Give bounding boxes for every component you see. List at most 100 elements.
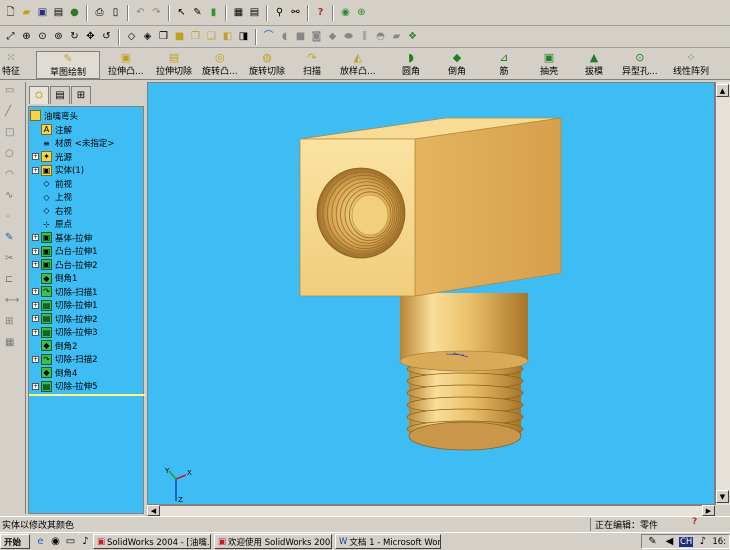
expand-plus-icon[interactable]: + (32, 382, 39, 390)
zoom-select-icon[interactable]: ⊚ (51, 29, 66, 44)
zoom-in-icon[interactable]: ⊙ (35, 29, 50, 44)
sketch-trim-icon[interactable]: ✂ (5, 254, 20, 269)
cube-top-icon[interactable]: ❏ (204, 29, 219, 44)
sketch-edit-icon[interactable]: ✎ (5, 233, 20, 248)
zoom-area-icon[interactable]: ⊕ (19, 29, 34, 44)
pan-icon[interactable]: ✥ (83, 29, 98, 44)
tray-tool-icon[interactable]: ✎ (645, 534, 660, 549)
zoom-fit-icon[interactable]: ⤢ (3, 29, 18, 44)
feature-tab[interactable]: ⁙ 特征 (2, 51, 20, 79)
hole-wizard-button[interactable]: ⊙ 异型孔... (622, 51, 658, 79)
target-icon[interactable]: ⊕ (354, 5, 369, 20)
tree-item[interactable]: + ↷ 切除-扫描2 (32, 353, 97, 366)
globe-icon[interactable]: ● (67, 5, 82, 20)
graphics-viewport[interactable]: Y X Z (147, 82, 715, 505)
roll-icon[interactable]: ↺ (99, 29, 114, 44)
tree-item[interactable]: + ▤ 切除-拉伸3 (32, 326, 97, 339)
expand-plus-icon[interactable]: + (32, 166, 39, 174)
horizontal-scrollbar[interactable]: ◀ ▶ (147, 505, 715, 516)
tray-speaker-icon[interactable]: ♪ (695, 534, 710, 549)
status-help-icon[interactable]: ? (692, 517, 697, 527)
sketch-draw-button[interactable]: ✎ 草图绘制 (36, 51, 100, 79)
revolve-boss-button[interactable]: ◎ 旋转凸... (202, 51, 238, 79)
config-tab[interactable]: ⊞ (71, 86, 91, 104)
expand-plus-icon[interactable]: + (32, 288, 39, 295)
print-icon[interactable]: ⎙ (92, 5, 107, 20)
tree-item[interactable]: ◇ 前视 (41, 177, 72, 190)
scroll-left-icon[interactable]: ◀ (147, 505, 160, 516)
sketch-line-icon[interactable]: ╱ (5, 107, 20, 122)
cube-front-icon[interactable]: ❐ (188, 29, 203, 44)
vertical-scrollbar[interactable]: ▲ ▼ (715, 82, 730, 505)
sweep-button[interactable]: ↷ 扫描 (303, 51, 321, 79)
sketch-offset-icon[interactable]: ⊏ (5, 275, 20, 290)
expand-plus-icon[interactable]: + (32, 234, 39, 241)
rebuild-icon[interactable]: ▮ (206, 5, 221, 20)
tree-item[interactable]: ◆ 倒角4 (41, 366, 77, 379)
draft-tool-icon[interactable]: ◆ (325, 29, 340, 44)
media-icon[interactable]: ◉ (48, 534, 63, 549)
sketch-box-icon[interactable]: □ (5, 128, 20, 143)
sketch-circle-icon[interactable]: ○ (5, 149, 20, 164)
expand-plus-icon[interactable]: + (32, 153, 39, 160)
tree-item[interactable]: ⊹ 原点 (41, 218, 72, 231)
sketch-rect-icon[interactable]: ▭ (5, 86, 20, 101)
tree-item[interactable]: + ▣ 凸台-拉伸1 (32, 245, 97, 258)
tray-arrow-icon[interactable]: ◀ (662, 534, 677, 549)
rib-button[interactable]: ⊿ 筋 (497, 51, 511, 79)
grid-icon[interactable]: ▦ (231, 5, 246, 20)
tree-item[interactable]: + ✦ 光源 (32, 150, 72, 163)
sketch-arc-icon[interactable]: ◠ (5, 170, 20, 185)
scroll-right-icon[interactable]: ▶ (702, 505, 715, 516)
tree-item[interactable]: + ▣ 基体-拉伸 (32, 231, 92, 244)
scale-tool-icon[interactable]: ▰ (389, 29, 404, 44)
sketch-dim-icon[interactable]: ⟷ (5, 296, 20, 311)
perspective-icon[interactable]: ◧ (220, 29, 235, 44)
select-arrow-icon[interactable]: ↖ (174, 5, 189, 20)
tree-item[interactable]: ◆ 倒角1 (41, 272, 77, 285)
pattern-tool-icon[interactable]: ⫼ (357, 29, 372, 44)
tree-item[interactable]: + ▣ 凸台-拉伸2 (32, 258, 97, 271)
chamfer-tool-icon[interactable]: ■ (293, 29, 308, 44)
revolve-cut-button[interactable]: ◍ 旋转切除 (249, 51, 285, 79)
table-icon[interactable]: ▤ (247, 5, 262, 20)
feature-tree-tab[interactable]: ⛭ (29, 86, 49, 104)
extrude-cut-button[interactable]: ▤ 拉伸切除 (156, 51, 192, 79)
expand-plus-icon[interactable]: + (32, 261, 39, 268)
open-folder-icon[interactable]: ▰ (19, 5, 34, 20)
wireframe-icon[interactable]: ◇ (124, 29, 139, 44)
expand-plus-icon[interactable]: + (32, 247, 39, 255)
loft-button[interactable]: ◭ 放样凸... (340, 51, 376, 79)
rollback-bar[interactable] (29, 394, 145, 396)
expand-plus-icon[interactable]: + (32, 315, 39, 322)
tree-item[interactable]: ◇ 上视 (41, 191, 72, 204)
tree-item[interactable]: ◇ 右视 (41, 204, 72, 217)
save-icon[interactable]: ▣ (35, 5, 50, 20)
fillet-button[interactable]: ◗ 圆角 (402, 51, 420, 79)
property-tab[interactable]: ▤ (50, 86, 70, 104)
sketch-pencil-icon[interactable]: ✎ (190, 5, 205, 20)
shell-button[interactable]: ▣ 抽壳 (540, 51, 558, 79)
draft-button[interactable]: ▲ 拔模 (585, 51, 603, 79)
dome-tool-icon[interactable]: ◓ (373, 29, 388, 44)
sketch-spline-icon[interactable]: ∿ (5, 191, 20, 206)
section-icon[interactable]: ◨ (236, 29, 251, 44)
sketch-relation-icon[interactable]: ⊞ (5, 317, 20, 332)
render-icon[interactable]: ❖ (405, 29, 420, 44)
scroll-down-icon[interactable]: ▼ (716, 490, 729, 503)
zoom-select-icon[interactable]: ⚯ (288, 5, 303, 20)
redo-icon[interactable]: ↷ (149, 5, 164, 20)
tree-item[interactable]: ≡ 材质 <未指定> (41, 137, 114, 150)
task-solidworks[interactable]: ▣ SolidWorks 2004 - [油嘴... (93, 534, 211, 549)
expand-plus-icon[interactable]: + (32, 355, 39, 363)
task-welcome[interactable]: ▣ 欢迎使用 SolidWorks 2004 (214, 534, 332, 549)
undo-icon[interactable]: ↶ (133, 5, 148, 20)
sketch-point-icon[interactable]: ◦ (5, 212, 20, 227)
expand-plus-icon[interactable]: + (32, 328, 39, 336)
tree-item[interactable]: + ▣ 实体(1) (32, 164, 84, 177)
tree-item[interactable]: + ↷ 切除-扫描1 (32, 285, 97, 298)
curve-icon[interactable]: ⌒ (261, 29, 276, 44)
tree-item[interactable]: + ▤ 切除-拉伸1 (32, 299, 97, 312)
fillet-tool-icon[interactable]: ◖ (277, 29, 292, 44)
desktop-icon[interactable]: ▭ (63, 534, 78, 549)
